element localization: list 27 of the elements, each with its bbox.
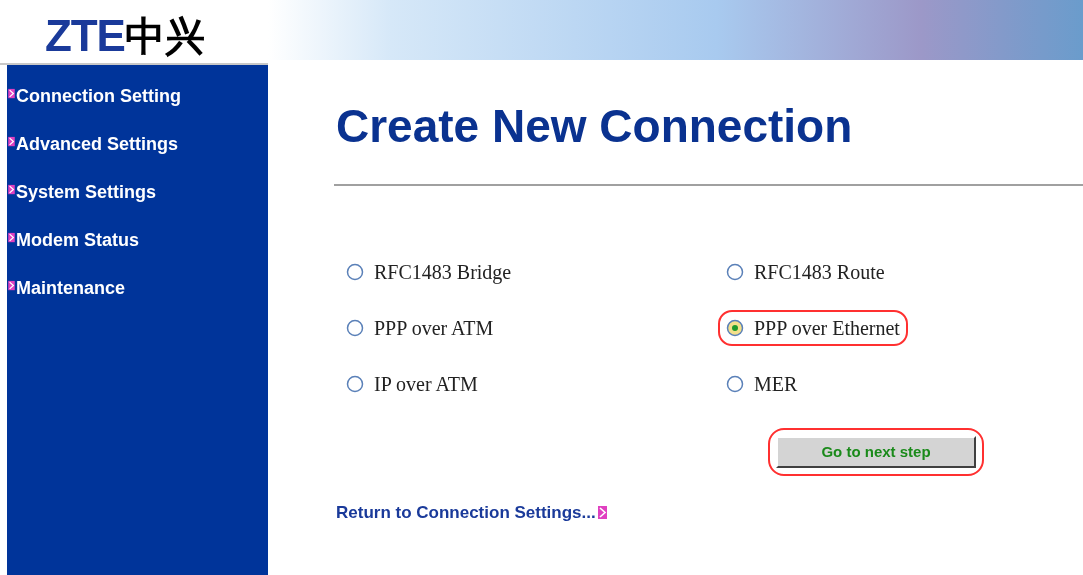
radio-button[interactable] xyxy=(726,375,744,393)
sidebar-link[interactable]: Maintenance xyxy=(16,277,126,299)
option-label: IP over ATM xyxy=(374,372,478,397)
return-link[interactable]: Return to Connection Settings... xyxy=(336,500,596,526)
option-label: PPP over Ethernet xyxy=(754,316,900,341)
arrow-icon xyxy=(8,280,15,291)
page-title: Create New Connection xyxy=(336,99,854,154)
arrow-icon xyxy=(8,136,15,147)
sidebar-link[interactable]: Modem Status xyxy=(16,229,139,251)
arrow-icon xyxy=(8,184,15,195)
sidebar-link[interactable]: Connection Setting xyxy=(16,85,181,107)
radio-button[interactable] xyxy=(726,319,744,337)
sidebar-link[interactable]: Advanced Settings xyxy=(16,133,179,155)
option-label: MER xyxy=(754,372,798,397)
radio-button[interactable] xyxy=(346,375,364,393)
logo-text: 中兴 xyxy=(124,13,205,60)
sidebar-link[interactable]: System Settings xyxy=(16,181,157,203)
option-label: RFC1483 Route xyxy=(754,260,885,285)
option-label: PPP over ATM xyxy=(374,316,494,341)
radio-button[interactable] xyxy=(346,263,364,281)
arrow-icon xyxy=(8,232,15,243)
arrow-icon xyxy=(597,506,607,520)
option-label: RFC1483 Bridge xyxy=(374,260,512,286)
radio-button[interactable] xyxy=(346,319,364,337)
radio-button[interactable] xyxy=(726,263,744,281)
arrow-icon xyxy=(8,88,15,99)
logo-text: ZTE xyxy=(45,11,125,61)
